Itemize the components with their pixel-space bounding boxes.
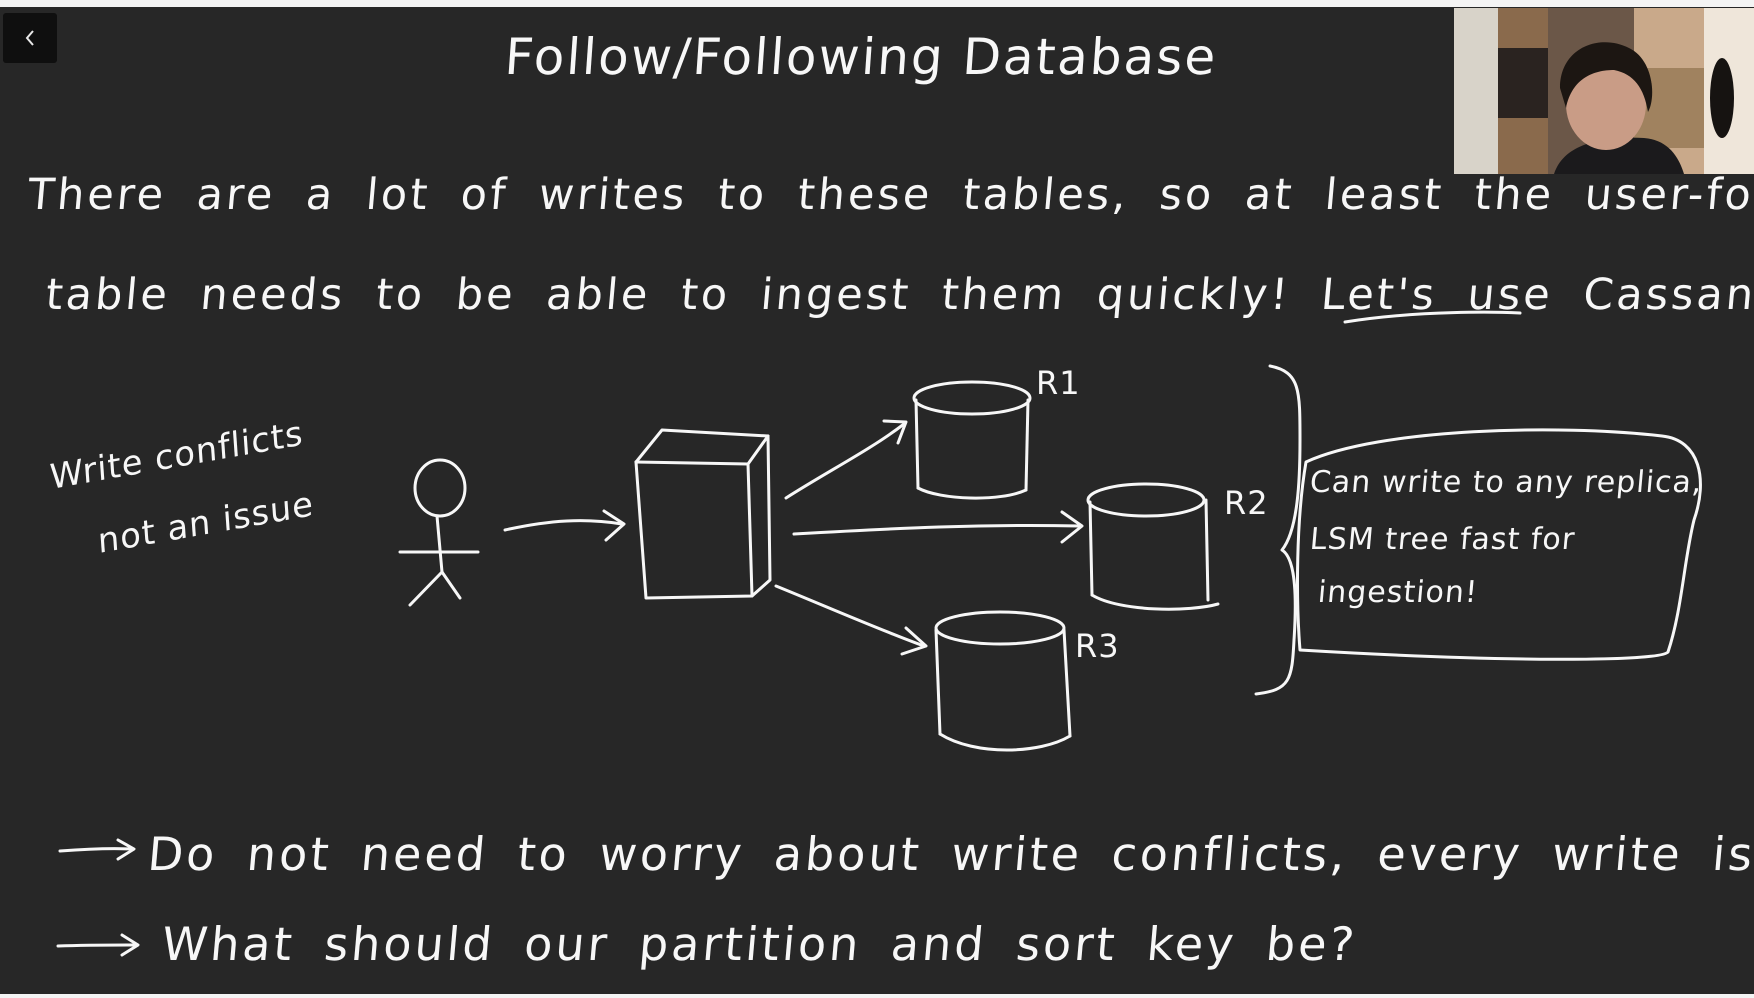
cassandra-underline bbox=[1343, 310, 1522, 324]
callout-line-3: ingestion! bbox=[1316, 575, 1480, 610]
replica-label-r1: R1 bbox=[1036, 364, 1081, 402]
arrow-to-r2 bbox=[792, 510, 1084, 544]
whiteboard-canvas: Follow/Following Database There are a lo… bbox=[0, 0, 1754, 998]
user-figure bbox=[398, 458, 480, 607]
bullet-1: Do not need to worry about write conflic… bbox=[145, 827, 1754, 881]
server-node bbox=[634, 428, 772, 600]
replica-r2-cylinder bbox=[1086, 482, 1220, 611]
bullet-2: What should our partition and sort key b… bbox=[159, 917, 1360, 971]
bullet-arrow-1-icon bbox=[58, 838, 136, 861]
callout-line-1: Can write to any replica, bbox=[1308, 465, 1704, 500]
replica-label-r3: R3 bbox=[1075, 627, 1120, 665]
callout-line-2: LSM tree fast for bbox=[1308, 522, 1577, 557]
arrow-user-to-server bbox=[503, 509, 626, 542]
webcam-preview bbox=[1454, 8, 1754, 174]
bullet-arrow-2-icon bbox=[56, 933, 140, 957]
arrow-to-r1 bbox=[784, 419, 908, 500]
replica-r1-cylinder bbox=[912, 380, 1032, 500]
replica-label-r2: R2 bbox=[1224, 484, 1269, 522]
replica-brace bbox=[1254, 364, 1302, 696]
replica-r3-cylinder bbox=[934, 610, 1072, 752]
arrow-to-r3 bbox=[774, 584, 928, 656]
